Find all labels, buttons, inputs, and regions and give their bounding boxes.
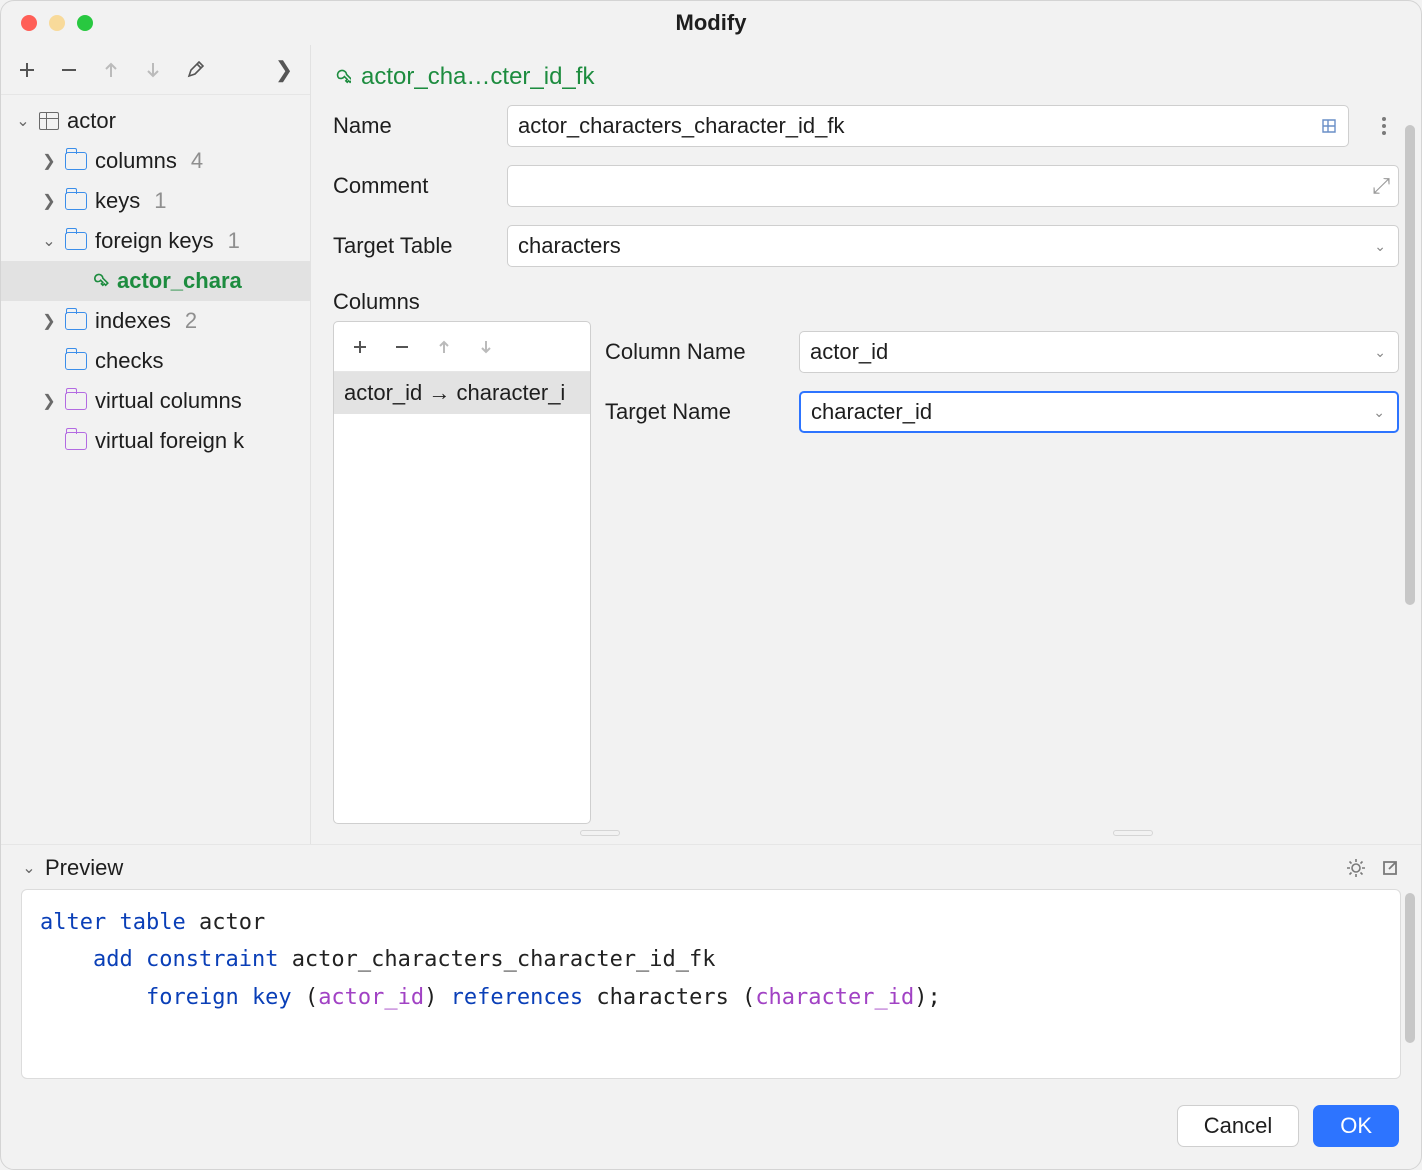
tree-node-indexes[interactable]: ❯ indexes 2: [1, 301, 310, 341]
window-title: Modify: [1, 10, 1421, 36]
resize-handle[interactable]: [333, 830, 1399, 836]
comment-input[interactable]: ⤢: [507, 165, 1399, 207]
key-icon: [91, 272, 109, 290]
titlebar: Modify: [1, 1, 1421, 45]
ok-button[interactable]: OK: [1313, 1105, 1399, 1147]
tree-node-checks[interactable]: · checks: [1, 341, 310, 381]
move-up-button[interactable]: [93, 52, 129, 88]
columns-mapping-list: actor_id → character_i: [333, 321, 591, 824]
columns-section-label: Columns: [333, 289, 1399, 315]
add-button[interactable]: [9, 52, 45, 88]
open-external-icon[interactable]: [1379, 857, 1401, 879]
preview-scrollbar[interactable]: [1405, 893, 1415, 1043]
name-label: Name: [333, 113, 493, 139]
dialog-footer: Cancel OK: [1, 1091, 1421, 1169]
detail-scrollbar[interactable]: [1405, 125, 1415, 605]
table-icon: [39, 112, 59, 130]
remove-button[interactable]: [51, 52, 87, 88]
tree-node-virtual-fks[interactable]: · virtual foreign k: [1, 421, 310, 461]
tree-node-keys[interactable]: ❯ keys 1: [1, 181, 310, 221]
column-mapping-row[interactable]: actor_id → character_i: [334, 372, 590, 414]
target-table-label: Target Table: [333, 233, 493, 259]
preview-section: ⌄ Preview alter table actor add constrai…: [1, 844, 1421, 1091]
tree-node-table[interactable]: ⌄ actor: [1, 101, 310, 141]
reset-icon[interactable]: [1318, 115, 1340, 137]
object-tree-sidebar: ❯ ⌄ actor ❯ columns 4 ❯ keys 1 ⌄: [1, 45, 311, 844]
chevron-right-icon[interactable]: ❯: [266, 52, 302, 88]
chevron-down-icon: ⌄: [1373, 404, 1385, 421]
sql-preview: alter table actor add constraint actor_c…: [21, 889, 1401, 1079]
preview-toggle[interactable]: ⌄: [21, 858, 37, 878]
cancel-button[interactable]: Cancel: [1177, 1105, 1299, 1147]
preview-label: Preview: [45, 855, 123, 881]
modify-dialog: Modify ❯ ⌄ actor ❯ columns 4: [0, 0, 1422, 1170]
target-name-label: Target Name: [605, 399, 785, 425]
expand-icon[interactable]: ⤢: [1372, 173, 1390, 199]
detail-title: actor_cha…cter_id_fk: [361, 63, 594, 91]
folder-icon: [65, 392, 87, 410]
folder-icon: [65, 232, 87, 250]
target-name-select[interactable]: character_id ⌄: [799, 391, 1399, 433]
tree-toolbar: ❯: [1, 45, 310, 95]
folder-icon: [65, 352, 87, 370]
column-name-select[interactable]: actor_id ⌄: [799, 331, 1399, 373]
col-down-button[interactable]: [468, 329, 504, 365]
tree-node-columns[interactable]: ❯ columns 4: [1, 141, 310, 181]
detail-header: actor_cha…cter_id_fk: [333, 63, 1399, 91]
tree-node-foreign-keys[interactable]: ⌄ foreign keys 1: [1, 221, 310, 261]
column-name-label: Column Name: [605, 339, 785, 365]
folder-icon: [65, 312, 87, 330]
col-add-button[interactable]: [342, 329, 378, 365]
move-down-button[interactable]: [135, 52, 171, 88]
col-up-button[interactable]: [426, 329, 462, 365]
comment-label: Comment: [333, 173, 493, 199]
gear-icon[interactable]: [1345, 857, 1367, 879]
name-input[interactable]: actor_characters_character_id_fk: [507, 105, 1349, 147]
target-table-select[interactable]: characters ⌄: [507, 225, 1399, 267]
col-remove-button[interactable]: [384, 329, 420, 365]
folder-icon: [65, 192, 87, 210]
tree-node-virtual-columns[interactable]: ❯ virtual columns: [1, 381, 310, 421]
folder-icon: [65, 152, 87, 170]
tree-node-fk-selected[interactable]: · actor_chara: [1, 261, 310, 301]
chevron-down-icon: ⌄: [1374, 344, 1386, 361]
edit-button[interactable]: [177, 52, 213, 88]
key-icon: [333, 68, 351, 86]
object-tree: ⌄ actor ❯ columns 4 ❯ keys 1 ⌄ foreign k…: [1, 95, 310, 844]
folder-icon: [65, 432, 87, 450]
name-more-button[interactable]: [1369, 117, 1399, 135]
detail-pane: actor_cha…cter_id_fk Name actor_characte…: [311, 45, 1421, 844]
chevron-down-icon: ⌄: [1374, 238, 1386, 255]
